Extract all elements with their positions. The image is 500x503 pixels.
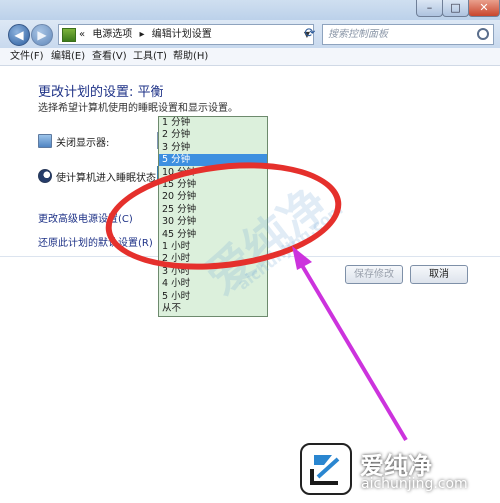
brand-logo	[300, 443, 352, 495]
brand-url: aichunjing.com	[361, 476, 468, 492]
annotation-arrow	[292, 246, 408, 442]
